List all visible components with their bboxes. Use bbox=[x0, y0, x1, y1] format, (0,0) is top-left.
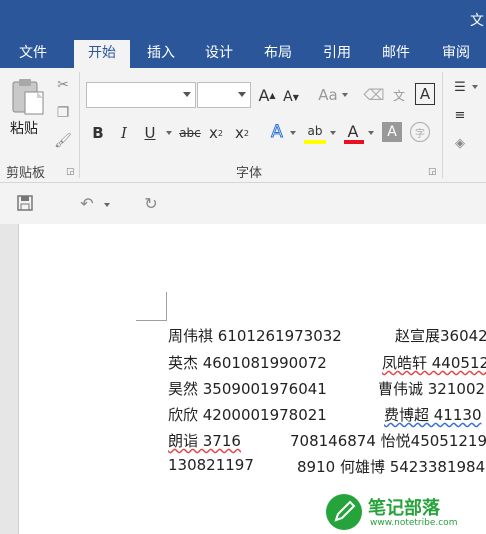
enclose-characters-button[interactable]: 字 bbox=[410, 122, 430, 142]
text-line: 凤皓轩 440512 bbox=[382, 354, 486, 372]
shrink-font-button[interactable]: A ▼ bbox=[282, 86, 300, 108]
redo-icon[interactable]: ↻ bbox=[142, 194, 160, 213]
quick-access-toolbar: ↶ ↻ bbox=[0, 184, 486, 224]
margin-marker bbox=[166, 292, 167, 321]
chevron-down-icon bbox=[472, 85, 478, 89]
highlight-button[interactable]: ab bbox=[304, 120, 326, 142]
chevron-down-icon bbox=[183, 92, 191, 97]
character-shading-button[interactable]: A bbox=[382, 122, 402, 142]
tab-file[interactable]: 文件 bbox=[8, 40, 58, 68]
chevron-down-icon bbox=[368, 131, 374, 135]
text-line: 欣欣 4200001978021 bbox=[168, 406, 327, 424]
font-size-combo[interactable] bbox=[197, 82, 251, 108]
font-color-swatch bbox=[344, 140, 364, 144]
chevron-down-icon bbox=[330, 131, 336, 135]
text-effects-button[interactable]: A bbox=[268, 121, 286, 143]
chevron-down-icon bbox=[166, 131, 172, 135]
ribbon-home: 粘贴 ✂ ❐ 🖌 剪贴板 ◲ A ▲ A ▼ Aa ⌫ 文 A B I U abc … bbox=[0, 68, 486, 183]
chevron-down-icon bbox=[238, 92, 246, 97]
tab-design[interactable]: 设计 bbox=[194, 40, 244, 68]
paste-icon[interactable] bbox=[10, 78, 46, 118]
clipboard-launcher-icon[interactable]: ◲ bbox=[66, 167, 76, 177]
strikethrough-button[interactable]: abc bbox=[178, 122, 202, 144]
margin-marker bbox=[136, 320, 166, 321]
italic-button[interactable]: I bbox=[116, 122, 132, 144]
subscript-button[interactable]: x2 bbox=[207, 122, 225, 144]
text-line: 费博超 41130 bbox=[384, 406, 482, 424]
bullets-icon[interactable]: ☰ bbox=[450, 76, 470, 98]
group-divider bbox=[79, 72, 80, 178]
tab-home[interactable]: 开始 bbox=[74, 40, 130, 68]
format-painter-icon[interactable]: 🖌 bbox=[54, 132, 72, 150]
font-group-label: 字体 bbox=[236, 166, 263, 181]
text-line: 曹伟诚 321002 bbox=[378, 380, 486, 398]
paste-button[interactable]: 粘贴 bbox=[10, 118, 38, 138]
grow-font-button[interactable]: A ▲ bbox=[258, 84, 276, 106]
document-page[interactable]: 周伟祺 6101261973032 赵宣展36042 英杰 4601081990… bbox=[18, 224, 486, 534]
watermark: 笔记部落 www.notetribe.com bbox=[322, 490, 486, 534]
font-name-combo[interactable] bbox=[86, 82, 196, 108]
tab-insert[interactable]: 插入 bbox=[136, 40, 186, 68]
undo-icon[interactable]: ↶ bbox=[78, 194, 96, 213]
bold-button[interactable]: B bbox=[90, 122, 106, 144]
change-case-button[interactable]: Aa bbox=[316, 84, 340, 106]
text-line: 英杰 4601081990072 bbox=[168, 354, 327, 372]
font-color-button[interactable]: A bbox=[344, 120, 362, 142]
clipboard-group-label: 剪贴板 bbox=[6, 166, 46, 181]
align-left-icon[interactable]: ≡ bbox=[450, 104, 470, 126]
ribbon-tabs: 文件 开始 插入 设计 布局 引用 邮件 审阅 bbox=[0, 40, 486, 68]
text-line: 708146874 怡悦45051219 bbox=[290, 432, 486, 450]
tab-references[interactable]: 引用 bbox=[312, 40, 362, 68]
phonetic-guide-button[interactable]: 文 bbox=[389, 84, 409, 106]
tab-layout[interactable]: 布局 bbox=[253, 40, 303, 68]
text-line: 朗诣 3716 bbox=[168, 432, 241, 450]
window-title: 文 bbox=[470, 13, 484, 29]
chevron-down-icon bbox=[342, 93, 348, 97]
document-area: 周伟祺 6101261973032 赵宣展36042 英杰 4601081990… bbox=[0, 224, 486, 534]
text-line: 8910 何雄博 54233819840 bbox=[297, 458, 486, 476]
group-divider bbox=[442, 72, 443, 178]
font-launcher-icon[interactable]: ◲ bbox=[428, 167, 438, 177]
tab-mailings[interactable]: 邮件 bbox=[371, 40, 421, 68]
character-border-button[interactable]: A bbox=[415, 83, 435, 105]
title-bar: 文 bbox=[0, 0, 486, 40]
copy-icon[interactable]: ❐ bbox=[54, 104, 72, 122]
chevron-down-icon bbox=[290, 131, 296, 135]
watermark-url: www.notetribe.com bbox=[370, 518, 458, 528]
pencil-logo-icon bbox=[326, 494, 362, 530]
cut-icon[interactable]: ✂ bbox=[54, 76, 72, 94]
watermark-title: 笔记部落 bbox=[368, 498, 440, 519]
shading-paint-icon[interactable]: ◈ bbox=[450, 132, 470, 154]
text-line: 130821197 bbox=[168, 456, 254, 474]
underline-button[interactable]: U bbox=[142, 122, 158, 144]
save-icon[interactable] bbox=[16, 194, 34, 212]
highlight-swatch bbox=[304, 140, 326, 144]
superscript-button[interactable]: x2 bbox=[233, 122, 251, 144]
text-line: 昊然 3509001976041 bbox=[168, 380, 327, 398]
text-line: 赵宣展36042 bbox=[395, 327, 486, 345]
text-line: 周伟祺 6101261973032 bbox=[168, 327, 342, 345]
chevron-down-icon bbox=[104, 203, 110, 207]
clear-formatting-icon[interactable]: ⌫ bbox=[363, 84, 384, 106]
tab-review[interactable]: 审阅 bbox=[430, 40, 482, 68]
